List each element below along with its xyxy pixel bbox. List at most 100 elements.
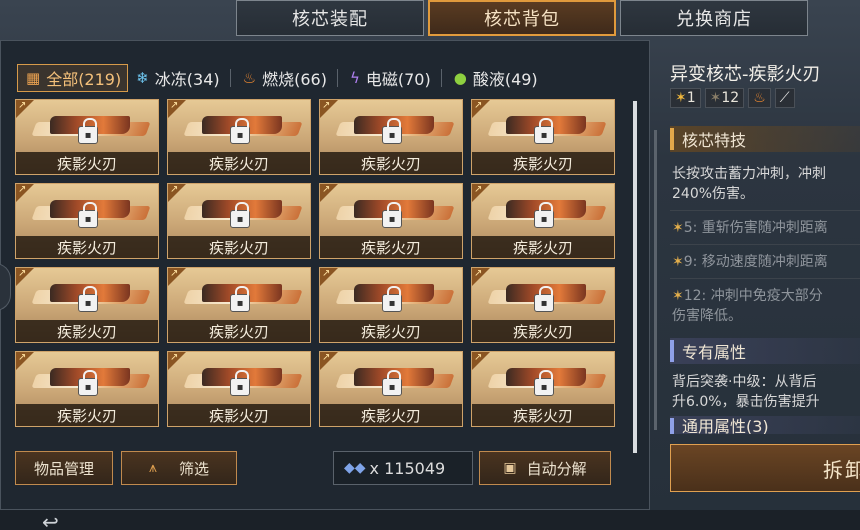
tab-core-assembly[interactable]: 核芯装配 xyxy=(236,0,424,36)
item-name: 疾影火刃 xyxy=(16,320,158,342)
auto-decompose-label: 自动分解 xyxy=(526,459,587,478)
auto-decompose-button[interactable]: ▣ 自动分解 xyxy=(479,451,611,485)
lock-icon: ▪ xyxy=(534,118,554,144)
core-item-card[interactable]: ↗ ▪ 疾影火刃 xyxy=(167,99,311,175)
item-name: 疾影火刃 xyxy=(472,320,614,342)
category-all[interactable]: ▦ 全部(219) xyxy=(17,64,129,92)
item-name: 疾影火刃 xyxy=(16,404,158,426)
cube-icon: ▣ xyxy=(503,460,517,476)
tab-core-backpack[interactable]: 核芯背包 xyxy=(428,0,616,36)
lock-icon: ▪ xyxy=(230,370,250,396)
element-tag: ♨ xyxy=(748,88,771,108)
core-item-card[interactable]: ↗ ▪ 疾影火刃 xyxy=(319,99,463,175)
item-name: 疾影火刃 xyxy=(472,404,614,426)
item-name: 疾影火刃 xyxy=(320,236,462,258)
lock-icon: ▪ xyxy=(534,370,554,396)
star-active-tag: ✶ 1 xyxy=(670,88,701,108)
lock-icon: ▪ xyxy=(534,202,554,228)
core-item-card[interactable]: ↗ ▪ 疾影火刃 xyxy=(471,351,615,427)
category-burn[interactable]: ♨ 燃烧(66) xyxy=(235,64,333,92)
rarity-arrow-icon: ↗ xyxy=(170,100,179,111)
core-item-card[interactable]: ↗ ▪ 疾影火刃 xyxy=(167,183,311,259)
upgrade-12-line2: 伤害降低。 xyxy=(672,308,742,324)
scrollbar-thumb[interactable] xyxy=(633,101,637,453)
section-title: 核芯特技 xyxy=(682,131,747,150)
rarity-arrow-icon: ↗ xyxy=(474,352,483,363)
item-name: 疾影火刃 xyxy=(320,152,462,174)
rarity-arrow-icon: ↗ xyxy=(322,184,331,195)
item-title: 异变核芯-疾影火刃 xyxy=(670,64,821,85)
category-acid[interactable]: ● 酸液(49) xyxy=(446,64,544,92)
item-name: 疾影火刃 xyxy=(472,152,614,174)
back-arrow-icon[interactable]: ↩ xyxy=(42,510,59,530)
skill-description-2: 240%伤害。 xyxy=(672,186,755,202)
category-frost[interactable]: ❄ 冰冻(34) xyxy=(128,64,225,92)
flame-icon: ♨ xyxy=(242,69,257,87)
snowflake-icon: ❄ xyxy=(136,69,149,87)
inventory-panel: ▦ 全部(219) ❄ 冰冻(34) ♨ 燃烧(66) ϟ 电磁(70) ● 酸… xyxy=(0,40,650,510)
star-icon: ✶ xyxy=(709,90,722,106)
section-exclusive-attributes: 专有属性 xyxy=(670,338,860,364)
item-detail-panel: 异变核芯-疾影火刃 ✶ 1 ✶ 12 ♨ ⟋ 核芯特技 长按攻击蓄力冲刺，冲刺 … xyxy=(650,40,860,530)
exclusive-description-2: 升6.0%，暴击伤害提升 xyxy=(672,394,820,410)
skill-description-1: 长按攻击蓄力冲刺，冲刺 xyxy=(672,166,826,182)
core-item-card[interactable]: ↗ ▪ 疾影火刃 xyxy=(167,351,311,427)
blade-icon: ⟋ xyxy=(779,90,790,106)
item-tags: ✶ 1 ✶ 12 ♨ ⟋ xyxy=(670,88,795,108)
core-item-card[interactable]: ↗ ▪ 疾影火刃 xyxy=(319,351,463,427)
rarity-arrow-icon: ↗ xyxy=(18,100,27,111)
rarity-arrow-icon: ↗ xyxy=(170,184,179,195)
detach-button[interactable]: 拆卸 xyxy=(670,444,860,492)
exclusive-description-1: 背后突袭·中级：从背后 xyxy=(672,374,817,390)
upgrade-12-text: 12: 冲刺中免疫大部分 xyxy=(683,288,823,304)
bottom-bar xyxy=(0,510,860,530)
section-core-skill: 核芯特技 xyxy=(670,126,860,152)
core-item-card[interactable]: ↗ ▪ 疾影火刃 xyxy=(319,183,463,259)
filter-label: 筛选 xyxy=(178,459,209,478)
star-icon: ✶ xyxy=(672,288,684,304)
lock-icon: ▪ xyxy=(78,118,98,144)
tab-exchange-shop[interactable]: 兑换商店 xyxy=(620,0,808,36)
side-collapse-handle[interactable] xyxy=(0,263,11,311)
rarity-arrow-icon: ↗ xyxy=(170,352,179,363)
upgrade-9-text: 9: 移动速度随冲刺距离 xyxy=(683,254,828,270)
item-name: 疾影火刃 xyxy=(16,152,158,174)
core-item-card[interactable]: ↗ ▪ 疾影火刃 xyxy=(471,183,615,259)
divider xyxy=(670,210,860,211)
star-icon: ✶ xyxy=(675,90,687,106)
lock-icon: ▪ xyxy=(230,202,250,228)
lock-icon: ▪ xyxy=(382,118,402,144)
item-name: 疾影火刃 xyxy=(168,320,310,342)
core-item-card[interactable]: ↗ ▪ 疾影火刃 xyxy=(15,183,159,259)
lock-icon: ▪ xyxy=(78,286,98,312)
item-manage-button[interactable]: 物品管理 xyxy=(15,451,113,485)
detail-scrollbar[interactable] xyxy=(654,130,657,430)
rarity-arrow-icon: ↗ xyxy=(18,268,27,279)
core-item-card[interactable]: ↗ ▪ 疾影火刃 xyxy=(15,351,159,427)
section-title: 专有属性 xyxy=(682,343,747,362)
filter-button[interactable]: ⩚ 筛选 xyxy=(121,451,237,485)
lock-icon: ▪ xyxy=(534,286,554,312)
item-name: 疾影火刃 xyxy=(320,320,462,342)
category-label: 冰冻(34) xyxy=(154,70,220,89)
star-icon: ✶ xyxy=(672,254,684,270)
star-icon: ✶ xyxy=(672,220,684,236)
core-item-card[interactable]: ↗ ▪ 疾影火刃 xyxy=(167,267,311,343)
detach-label: 拆卸 xyxy=(823,457,860,482)
item-name: 疾影火刃 xyxy=(168,152,310,174)
category-label: 酸液(49) xyxy=(472,70,538,89)
crystal-currency-icon: ◆◆ xyxy=(344,460,366,476)
rarity-arrow-icon: ↗ xyxy=(474,268,483,279)
core-item-card[interactable]: ↗ ▪ 疾影火刃 xyxy=(15,99,159,175)
rarity-arrow-icon: ↗ xyxy=(474,100,483,111)
core-item-card[interactable]: ↗ ▪ 疾影火刃 xyxy=(15,267,159,343)
category-electromagnetic[interactable]: ϟ 电磁(70) xyxy=(342,64,437,92)
category-label: 全部(219) xyxy=(46,70,122,89)
weapon-type-tag: ⟋ xyxy=(774,88,795,108)
core-item-card[interactable]: ↗ ▪ 疾影火刃 xyxy=(471,267,615,343)
core-item-card[interactable]: ↗ ▪ 疾影火刃 xyxy=(471,99,615,175)
lock-icon: ▪ xyxy=(382,202,402,228)
core-item-card[interactable]: ↗ ▪ 疾影火刃 xyxy=(319,267,463,343)
lock-icon: ▪ xyxy=(78,202,98,228)
item-manage-label: 物品管理 xyxy=(33,459,94,478)
